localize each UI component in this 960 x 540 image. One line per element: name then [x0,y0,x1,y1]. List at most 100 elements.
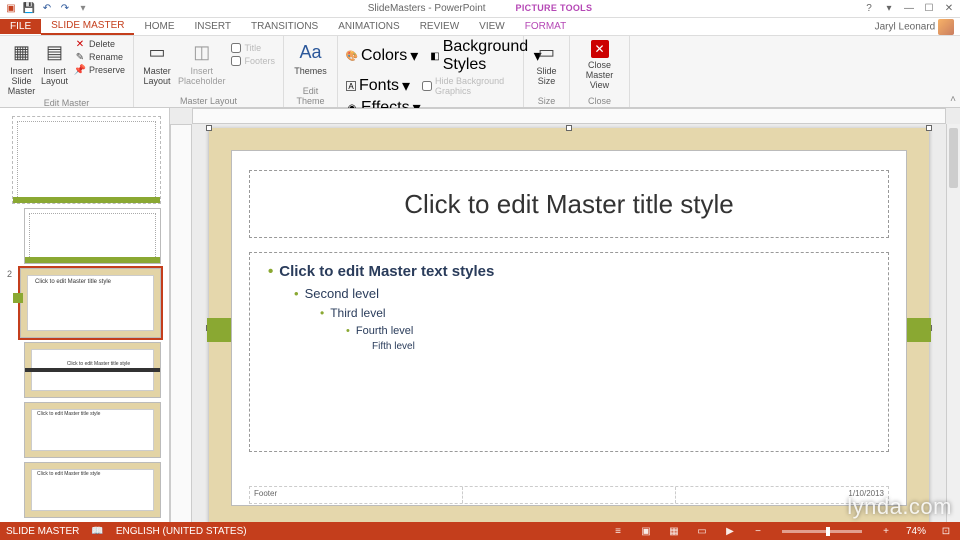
scroll-thumb[interactable] [949,128,958,188]
tab-insert[interactable]: INSERT [184,19,241,34]
status-mode: SLIDE MASTER [6,526,79,537]
title-checkbox[interactable]: Title [229,42,277,54]
status-language[interactable]: ENGLISH (UNITED STATES) [116,526,247,537]
resize-handle[interactable] [566,125,572,131]
zoom-level[interactable]: 74% [906,526,926,537]
close-icon[interactable]: ✕ [942,2,956,16]
resize-handle[interactable] [926,125,932,131]
view-reading-icon[interactable]: ▭ [694,524,710,538]
tab-slide-master[interactable]: SLIDE MASTER [41,18,134,35]
slide[interactable]: Click to edit Master title style •Click … [209,128,929,528]
thumbnail-layout-5[interactable]: Click to edit Master title style [24,462,161,518]
body-placeholder[interactable]: •Click to edit Master text styles •Secon… [249,252,889,452]
avatar[interactable] [938,19,954,35]
zoom-out-icon[interactable]: − [750,524,766,538]
slide-size-button[interactable]: ▭ Slide Size [530,38,563,88]
watermark: lynda.com [847,494,952,520]
themes-button[interactable]: Aa Themes [290,38,331,78]
zoom-in-icon[interactable]: + [878,524,894,538]
ribbon: ▦ Insert Slide Master ▤ Insert Layout ✕D… [0,36,960,108]
close-master-view-button[interactable]: ✕ Close Master View [576,38,623,92]
tab-review[interactable]: REVIEW [410,19,469,34]
maximize-icon[interactable]: ☐ [922,2,936,16]
help-icon[interactable]: ? [862,2,876,16]
thumbnail-master-1[interactable] [12,116,161,204]
save-icon[interactable]: 💾 [22,2,36,16]
quick-access-toolbar: ▣ 💾 ↶ ↷ ▾ [0,2,94,16]
footer-placeholder[interactable]: Footer 1/10/2013 [249,486,889,504]
document-title: SlideMasters - PowerPoint [368,3,486,14]
group-close: ✕ Close Master View Close [570,36,630,107]
preserve-button[interactable]: 📌Preserve [72,64,127,76]
status-bar: SLIDE MASTER 📖 ENGLISH (UNITED STATES) ≡… [0,522,960,540]
scrollbar-vertical[interactable] [946,124,960,532]
hide-bg-checkbox[interactable]: Hide Background Graphics [420,75,517,97]
user-name[interactable]: Jaryl Leonard [875,19,954,35]
view-slideshow-icon[interactable]: ▶ [722,524,738,538]
preserve-icon: 📌 [74,64,86,76]
footers-checkbox[interactable]: Footers [229,55,277,67]
delete-icon: ✕ [74,38,86,50]
context-tab-label: PICTURE TOOLS [516,3,593,14]
tab-file[interactable]: FILE [0,19,41,34]
colors-icon: 🎨 [346,50,358,62]
tab-home[interactable]: HOME [134,19,184,34]
rename-icon: ✎ [74,51,86,63]
canvas[interactable]: Click to edit Master title style •Click … [192,124,946,532]
ruler-horizontal[interactable] [192,108,946,124]
thumbnail-layout-2[interactable]: 2 Click to edit Master title style [20,268,161,338]
rename-button[interactable]: ✎Rename [72,51,127,63]
collapse-ribbon-icon[interactable]: ˄ [950,94,956,105]
title-bar: ▣ 💾 ↶ ↷ ▾ SlideMasters - PowerPoint PICT… [0,0,960,18]
footer-text: Footer [250,487,463,503]
view-sorter-icon[interactable]: ▦ [666,524,682,538]
layout-icon: ▤ [42,40,66,64]
thumbnail-layout-3[interactable]: Click to edit Master title style [24,342,161,398]
view-normal-icon[interactable]: ▣ [638,524,654,538]
slide-master-icon: ▦ [9,40,33,64]
colors-button[interactable]: 🎨Colors ▾ [344,38,420,74]
title-center: SlideMasters - PowerPoint PICTURE TOOLS [368,3,593,14]
fonts-button[interactable]: AFonts ▾ [344,75,412,97]
group-label-edit-master: Edit Master [6,98,127,108]
insert-placeholder-button[interactable]: ◫ Insert Placeholder [178,38,226,88]
ribbon-tabs: FILE SLIDE MASTER HOME INSERT TRANSITION… [0,18,960,36]
zoom-slider[interactable] [782,530,862,533]
minimize-icon[interactable]: — [902,2,916,16]
redo-icon[interactable]: ↷ [58,2,72,16]
group-label-close: Close [576,96,623,106]
fit-to-window-icon[interactable]: ⊡ [938,524,954,538]
tab-format[interactable]: FORMAT [515,19,576,34]
thumbnail-layout-1[interactable] [24,208,161,264]
insert-slide-master-button[interactable]: ▦ Insert Slide Master [6,38,37,98]
delete-button[interactable]: ✕Delete [72,38,127,50]
thumbnail-panel[interactable]: 2 Click to edit Master title style Click… [0,108,170,532]
placeholder-icon: ◫ [190,40,214,64]
slide-editor[interactable]: Click to edit Master title style •Click … [170,108,960,532]
slide-size-icon: ▭ [535,40,559,64]
group-background: 🎨Colors ▾ ◧Background Styles ▾ AFonts ▾ … [338,36,524,107]
notes-button[interactable]: ≡ [610,524,626,538]
bg-styles-icon: ◧ [430,50,439,62]
thumbnail-layout-4[interactable]: Click to edit Master title style [24,402,161,458]
group-edit-master: ▦ Insert Slide Master ▤ Insert Layout ✕D… [0,36,134,107]
title-placeholder-text: Click to edit Master title style [404,189,733,220]
tab-transitions[interactable]: TRANSITIONS [241,19,328,34]
thumb-title-text: Click to edit Master title style [35,279,152,286]
group-label-edit-theme: Edit Theme [290,86,331,106]
title-placeholder[interactable]: Click to edit Master title style [249,170,889,238]
qat-dropdown-icon[interactable]: ▾ [76,2,90,16]
tab-animations[interactable]: ANIMATIONS [328,19,409,34]
spell-check-icon[interactable]: 📖 [91,526,103,537]
ribbon-options-icon[interactable]: ▾ [882,2,896,16]
window-controls: ? ▾ — ☐ ✕ [862,2,956,16]
tab-view[interactable]: VIEW [469,19,515,34]
resize-handle[interactable] [206,125,212,131]
group-label-size: Size [530,96,563,106]
thumbnail-number: 2 [7,269,12,279]
insert-layout-button[interactable]: ▤ Insert Layout [41,38,68,88]
ruler-vertical[interactable] [170,124,192,532]
undo-icon[interactable]: ↶ [40,2,54,16]
group-label-master-layout: Master Layout [140,96,277,106]
master-layout-button[interactable]: ▭ Master Layout [140,38,174,88]
